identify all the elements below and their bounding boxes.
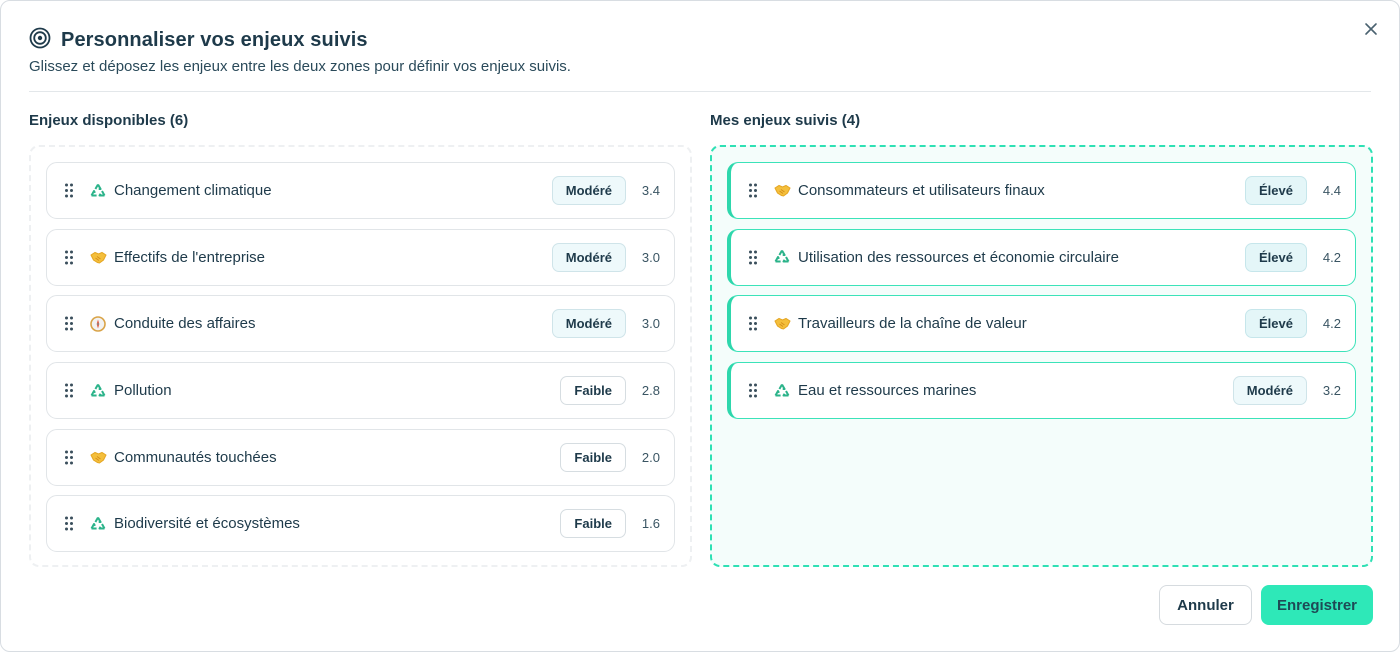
issue-item[interactable]: Changement climatique Modéré 3.4: [46, 162, 675, 219]
impact-badge: Élevé: [1245, 309, 1307, 339]
issue-label: Travailleurs de la chaîne de valeur: [798, 315, 1027, 333]
issue-item[interactable]: Consommateurs et utilisateurs finaux Élev…: [727, 162, 1356, 219]
impact-badge: Élevé: [1245, 242, 1307, 272]
drag-handle-icon[interactable]: [747, 183, 759, 199]
issue-item[interactable]: Effectifs de l'entreprise Modéré 3.0: [46, 228, 675, 286]
drag-handle-icon[interactable]: [747, 383, 759, 399]
issue-label: Utilisation des ressources et économie c…: [798, 248, 1119, 266]
impact-badge: Modéré: [551, 176, 626, 205]
impact-badge: Modéré: [1232, 376, 1307, 406]
issue-score: 3.0: [641, 249, 660, 265]
issue-score: 4.2: [1322, 249, 1341, 265]
tracked-title: Mes enjeux suivis (4): [710, 112, 861, 129]
drag-handle-icon[interactable]: [63, 516, 75, 532]
issue-item[interactable]: Pollution Faible 2.8: [46, 362, 675, 420]
handshake-icon: [89, 248, 107, 266]
recycle-icon: [773, 248, 791, 266]
issue-score: 3.4: [641, 183, 660, 198]
issue-label: Changement climatique: [114, 182, 272, 199]
issue-item[interactable]: Conduite des affaires Modéré 3.0: [46, 295, 675, 353]
impact-badge: Élevé: [1245, 176, 1307, 205]
issue-item[interactable]: Travailleurs de la chaîne de valeur Élevé…: [727, 295, 1356, 353]
issue-item[interactable]: Communautés touchées Faible 2.0: [46, 428, 675, 486]
available-title: Enjeux disponibles (6): [29, 112, 189, 129]
issue-label: Consommateurs et utilisateurs finaux: [798, 182, 1045, 199]
issue-score: 2.8: [641, 383, 660, 399]
compass-icon: [89, 315, 107, 333]
issue-label: Biodiversité et écosystèmes: [114, 515, 300, 533]
header-divider: [29, 91, 1371, 92]
issue-label: Effectifs de l'entreprise: [114, 248, 265, 266]
recycle-icon: [89, 182, 107, 200]
cancel-button[interactable]: Annuler: [1159, 585, 1252, 625]
issue-label: Eau et ressources marines: [798, 382, 977, 400]
modal-subtitle: Glissez et déposez les enjeux entre les …: [29, 58, 571, 75]
drag-handle-icon[interactable]: [63, 449, 75, 465]
issue-label: Conduite des affaires: [114, 315, 256, 333]
drag-handle-icon[interactable]: [747, 316, 759, 332]
issue-item[interactable]: Utilisation des ressources et économie c…: [727, 228, 1356, 286]
recycle-icon: [89, 382, 107, 400]
save-button[interactable]: Enregistrer: [1261, 585, 1373, 625]
handshake-icon: [773, 182, 791, 200]
issue-score: 4.2: [1322, 316, 1341, 332]
issue-item[interactable]: Eau et ressources marines Modéré 3.2: [727, 362, 1356, 420]
customize-issues-modal: Personnaliser vos enjeux suivis Glissez …: [0, 0, 1400, 652]
drag-handle-icon[interactable]: [63, 183, 75, 199]
recycle-icon: [89, 515, 107, 533]
issue-label: Communautés touchées: [114, 448, 277, 466]
issue-score: 3.0: [641, 316, 660, 332]
impact-badge: Modéré: [551, 309, 626, 339]
issue-item[interactable]: Biodiversité et écosystèmes Faible 1.6: [46, 495, 675, 553]
impact-badge: Modéré: [551, 242, 626, 272]
available-dropzone[interactable]: Changement climatique Modéré 3.4 Effectifs …: [29, 145, 692, 567]
issue-score: 3.2: [1322, 383, 1341, 399]
drag-handle-icon[interactable]: [63, 316, 75, 332]
target-icon: [29, 27, 51, 54]
impact-badge: Faible: [560, 509, 626, 539]
drag-handle-icon[interactable]: [747, 249, 759, 265]
issue-score: 2.0: [641, 449, 660, 465]
handshake-icon: [773, 315, 791, 333]
impact-badge: Faible: [560, 442, 626, 472]
issue-label: Pollution: [114, 382, 172, 400]
modal-title: Personnaliser vos enjeux suivis: [61, 29, 368, 51]
modal-header: Personnaliser vos enjeux suivis Glissez …: [29, 27, 1371, 75]
tracked-dropzone[interactable]: Consommateurs et utilisateurs finaux Élev…: [710, 145, 1373, 567]
drag-handle-icon[interactable]: [63, 249, 75, 265]
issue-score: 4.4: [1322, 183, 1341, 198]
impact-badge: Faible: [560, 376, 626, 406]
drag-handle-icon[interactable]: [63, 383, 75, 399]
recycle-icon: [773, 382, 791, 400]
issue-score: 1.6: [641, 516, 660, 532]
handshake-icon: [89, 448, 107, 466]
